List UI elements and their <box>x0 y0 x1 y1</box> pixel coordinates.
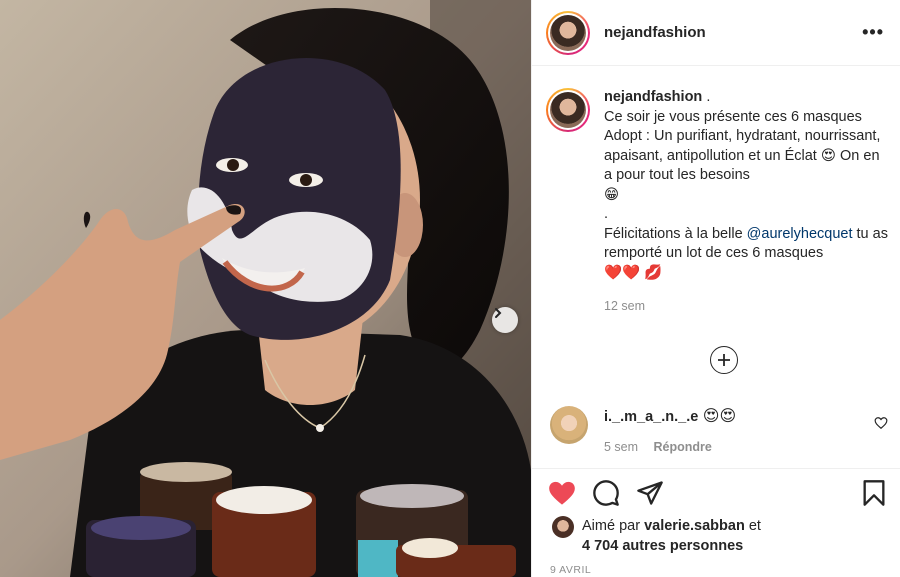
save-button[interactable] <box>862 479 886 507</box>
author-avatar[interactable] <box>546 10 590 55</box>
grin-emoji: 😁 <box>604 186 620 203</box>
actions-divider <box>532 468 900 469</box>
heart-outline-icon <box>874 417 888 430</box>
caption-body: nejandfashion . Ce soir je vous présente… <box>604 88 888 317</box>
like-button[interactable] <box>548 480 576 506</box>
action-bar <box>548 478 886 508</box>
caption-author-avatar[interactable] <box>546 88 590 132</box>
plus-icon <box>718 354 730 366</box>
comment-emojis: 😍😍 <box>702 406 737 425</box>
comment-timestamp[interactable]: 5 sem <box>604 440 638 454</box>
comment-like-icon[interactable] <box>874 416 888 435</box>
comment-button[interactable] <box>592 479 620 507</box>
comment-item: i._.m_a_.n._.e 😍😍 5 sem Répondre <box>550 406 888 454</box>
post-header: nejandfashion ••• <box>532 0 900 66</box>
heart-filled-icon <box>549 481 575 505</box>
post-date[interactable]: 9 AVRIL <box>550 564 591 576</box>
caption-text-3: Félicitations à la belle <box>604 225 747 242</box>
comment-bubble-icon <box>593 480 619 506</box>
post-caption: nejandfashion . Ce soir je vous présente… <box>546 88 888 317</box>
likes-others-link[interactable]: 4 704 autres personnes <box>582 538 743 554</box>
likes-middle: et <box>744 518 761 534</box>
mention-link[interactable]: @aurelyhecquet <box>747 226 853 242</box>
load-more-comments-button[interactable] <box>710 346 738 374</box>
post-photo-illustration <box>0 0 531 577</box>
caption-text: nejandfashion . Ce soir je vous présente… <box>604 88 888 283</box>
liker-avatar[interactable] <box>552 516 574 538</box>
more-options-icon[interactable]: ••• <box>862 22 884 43</box>
likes-prefix: Aimé par <box>582 518 645 534</box>
kiss-emoji: 💋 <box>644 264 663 281</box>
bookmark-icon <box>863 480 885 506</box>
liker-username[interactable]: valerie.sabban <box>644 518 745 534</box>
heart-eyes-emoji: 😍 <box>820 147 836 164</box>
reply-button[interactable]: Répondre <box>654 440 712 454</box>
chevron-right-icon <box>495 308 502 318</box>
post-image[interactable] <box>0 0 531 577</box>
comment-meta: 5 sem Répondre <box>604 440 888 454</box>
hearts-emoji: ❤️❤️ <box>604 264 641 281</box>
caption-dot: . <box>604 206 609 222</box>
likes-text: Aimé par valerie.sabban et 4 704 autres … <box>582 516 761 556</box>
caption-timestamp[interactable]: 12 sem <box>604 297 888 317</box>
comment-body: i._.m_a_.n._.e 😍😍 5 sem Répondre <box>604 406 888 454</box>
commenter-username[interactable]: i._.m_a_.n._.e <box>604 409 698 425</box>
likes-summary: Aimé par valerie.sabban et 4 704 autres … <box>552 516 888 556</box>
caption-username[interactable]: nejandfashion <box>604 89 702 105</box>
share-button[interactable] <box>636 479 664 507</box>
paper-plane-icon <box>637 481 663 505</box>
author-username[interactable]: nejandfashion <box>604 24 706 41</box>
caption-line1-suffix: . <box>702 89 711 105</box>
commenter-avatar[interactable] <box>550 406 588 444</box>
post-details-panel: nejandfashion ••• nejandfashion . Ce soi… <box>531 0 900 577</box>
next-image-button[interactable] <box>492 307 518 333</box>
